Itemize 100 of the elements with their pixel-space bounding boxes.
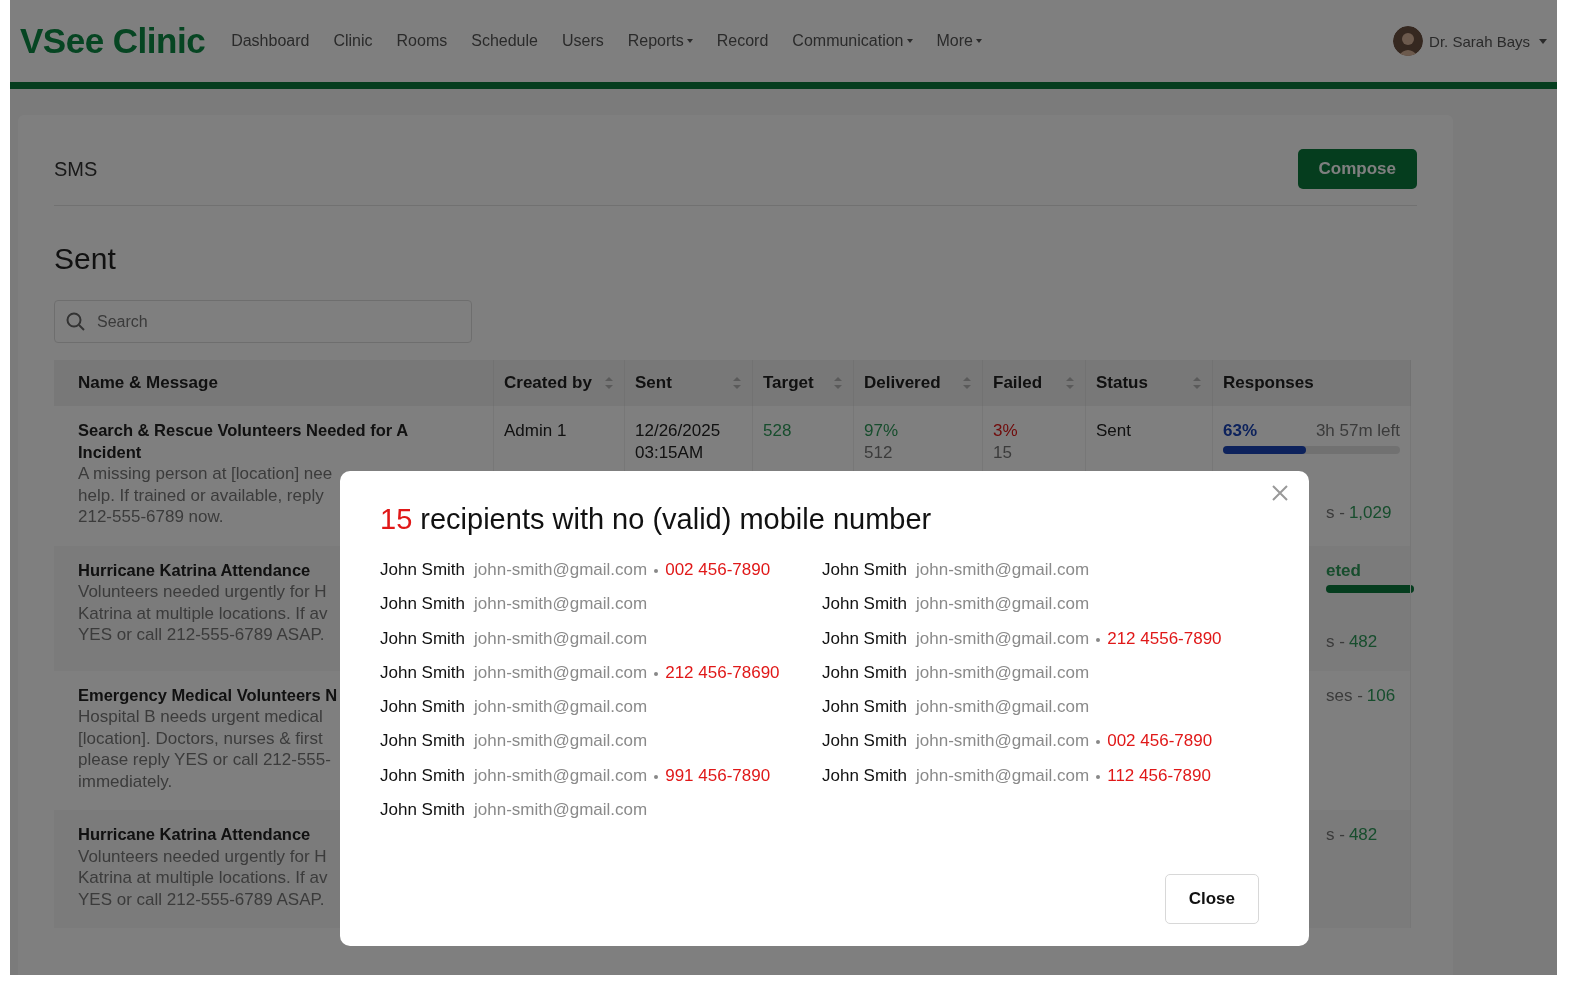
- recipient-email: john-smith@gmail.com: [474, 662, 648, 683]
- bullet-icon: [654, 671, 659, 676]
- nav-link[interactable]: Communication: [792, 32, 913, 50]
- table-cell-text: 97%: [864, 420, 900, 442]
- recipient-email: john-smith@gmail.com: [474, 560, 648, 580]
- recipient-name: John Smith: [380, 731, 466, 752]
- recipient-name: John Smith: [822, 628, 908, 649]
- column-header[interactable]: Sent: [635, 373, 672, 393]
- table-cell-text: 528: [763, 420, 793, 442]
- recipient-email: john-smith@gmail.com: [916, 628, 1090, 649]
- message-title[interactable]: Emergency Medical Volunteers N: [78, 684, 338, 706]
- recipient-phone: 212 4556-7890: [1107, 628, 1222, 649]
- message-title[interactable]: Hurricane Katrina Attendance: [78, 559, 311, 581]
- recipient-name: John Smith: [822, 697, 908, 718]
- compose-button[interactable]: Compose: [1297, 149, 1417, 189]
- recipient-phone: 002 456-7890: [665, 560, 771, 580]
- recipient-phone: 991 456-7890: [665, 765, 771, 786]
- message-text: A missing person at [location] nee: [78, 463, 333, 485]
- avatar-icon: [1393, 26, 1424, 56]
- logo[interactable]: VSee Clinic: [20, 21, 206, 61]
- recipient-email: john-smith@gmail.com: [916, 662, 1090, 683]
- message-text: immediately.: [78, 770, 173, 792]
- nav-link[interactable]: Reports: [627, 32, 693, 50]
- recipient-name: John Smith: [380, 800, 466, 821]
- recipient-name: John Smith: [822, 560, 908, 580]
- nav-link[interactable]: Schedule: [471, 32, 538, 50]
- recipient-email: john-smith@gmail.com: [916, 697, 1090, 718]
- message-title[interactable]: Search & Rescue Volunteers Needed for A Incident: [78, 420, 418, 463]
- column-header[interactable]: Responses: [1223, 373, 1314, 393]
- nav-link[interactable]: Record: [716, 32, 769, 50]
- recipient-phone: 002 456-7890: [1107, 731, 1213, 752]
- table-cell-text: 15: [993, 441, 1013, 463]
- recipient-email: john-smith@gmail.com: [916, 594, 1090, 615]
- response-label: s -: [1326, 825, 1345, 844]
- response-count: 482: [1348, 632, 1378, 651]
- response-rate: 63%: [1223, 420, 1258, 442]
- response-count: 106: [1366, 685, 1396, 705]
- section-title: Sent: [54, 242, 117, 276]
- response-count: 1,029: [1348, 502, 1392, 522]
- message-text: Katrina at multiple locations. If av: [78, 602, 328, 624]
- column-header[interactable]: Name & Message: [78, 373, 218, 393]
- bullet-icon: [654, 569, 659, 573]
- dialog-title: 15 recipients with no (valid) mobile number: [380, 503, 933, 536]
- table-cell-text: Admin 1: [504, 420, 568, 442]
- recipient-name: John Smith: [380, 662, 466, 683]
- bullet-icon: [1096, 774, 1101, 779]
- recipient-email: john-smith@gmail.com: [474, 765, 648, 786]
- table-cell-text: 03:15AM: [635, 441, 705, 463]
- recipient-email: john-smith@gmail.com: [474, 731, 648, 752]
- response-label: s -: [1326, 632, 1345, 651]
- message-text: YES or call 212-555-6789 ASAP.: [78, 624, 325, 646]
- recipient-name: John Smith: [822, 731, 908, 752]
- message-text: Katrina at multiple locations. If av: [78, 867, 328, 889]
- nav-link[interactable]: Clinic: [333, 32, 373, 50]
- page-title: SMS: [54, 157, 98, 181]
- recipient-name: John Smith: [380, 594, 466, 615]
- bullet-icon: [1096, 740, 1101, 745]
- search-icon: [66, 312, 85, 331]
- close-button[interactable]: Close: [1164, 874, 1259, 925]
- recipient-email: john-smith@gmail.com: [474, 800, 648, 821]
- recipient-email: john-smith@gmail.com: [474, 628, 648, 649]
- search-field[interactable]: Search: [54, 300, 472, 343]
- message-text: help. If trained or available, reply: [78, 484, 324, 506]
- user-menu[interactable]: Dr. Sarah Bays: [1393, 26, 1547, 56]
- recipient-name: John Smith: [822, 662, 908, 683]
- column-header[interactable]: Status: [1096, 373, 1148, 393]
- recipient-email: john-smith@gmail.com: [474, 697, 648, 718]
- message-text: Volunteers needed urgently for H: [78, 845, 327, 867]
- recipient-phone: 212 456-78690: [665, 662, 780, 683]
- nav-link[interactable]: More: [936, 32, 982, 50]
- recipient-name: John Smith: [380, 765, 466, 786]
- response-label: s -: [1326, 502, 1345, 522]
- bullet-icon: [654, 774, 659, 779]
- message-text: Hospital B needs urgent medical: [78, 706, 323, 728]
- recipient-email: john-smith@gmail.com: [474, 594, 648, 615]
- recipient-email: john-smith@gmail.com: [916, 765, 1090, 786]
- message-text: [location]. Doctors, nurses & first: [78, 727, 323, 749]
- recipient-email: john-smith@gmail.com: [916, 560, 1090, 580]
- message-text: 212-555-6789 now.: [78, 506, 224, 528]
- recipient-email: john-smith@gmail.com: [916, 731, 1090, 752]
- table-cell-text: 12/26/2025: [635, 420, 722, 442]
- message-text: Volunteers needed urgently for H: [78, 581, 327, 603]
- nav-link[interactable]: Rooms: [396, 32, 448, 50]
- nav-link[interactable]: Users: [561, 32, 604, 50]
- message-text: please reply YES or call 212-555-: [78, 749, 331, 771]
- recipient-name: John Smith: [380, 560, 466, 580]
- response-label: ses -: [1326, 685, 1363, 705]
- table-cell-text: 3%: [993, 420, 1019, 442]
- recipient-name: John Smith: [380, 697, 466, 718]
- table-cell-text: Sent: [1096, 420, 1132, 442]
- nav-link[interactable]: Dashboard: [231, 32, 310, 50]
- table-cell-text: 512: [864, 441, 894, 463]
- status-label: eted: [1326, 559, 1362, 581]
- message-title[interactable]: Hurricane Katrina Attendance: [78, 824, 311, 846]
- time-left: 3h 57m left: [1315, 420, 1400, 442]
- close-icon: [1271, 484, 1289, 502]
- response-count: 482: [1348, 825, 1378, 844]
- recipient-name: John Smith: [380, 628, 466, 649]
- bullet-icon: [1096, 637, 1101, 642]
- recipient-name: John Smith: [822, 765, 908, 786]
